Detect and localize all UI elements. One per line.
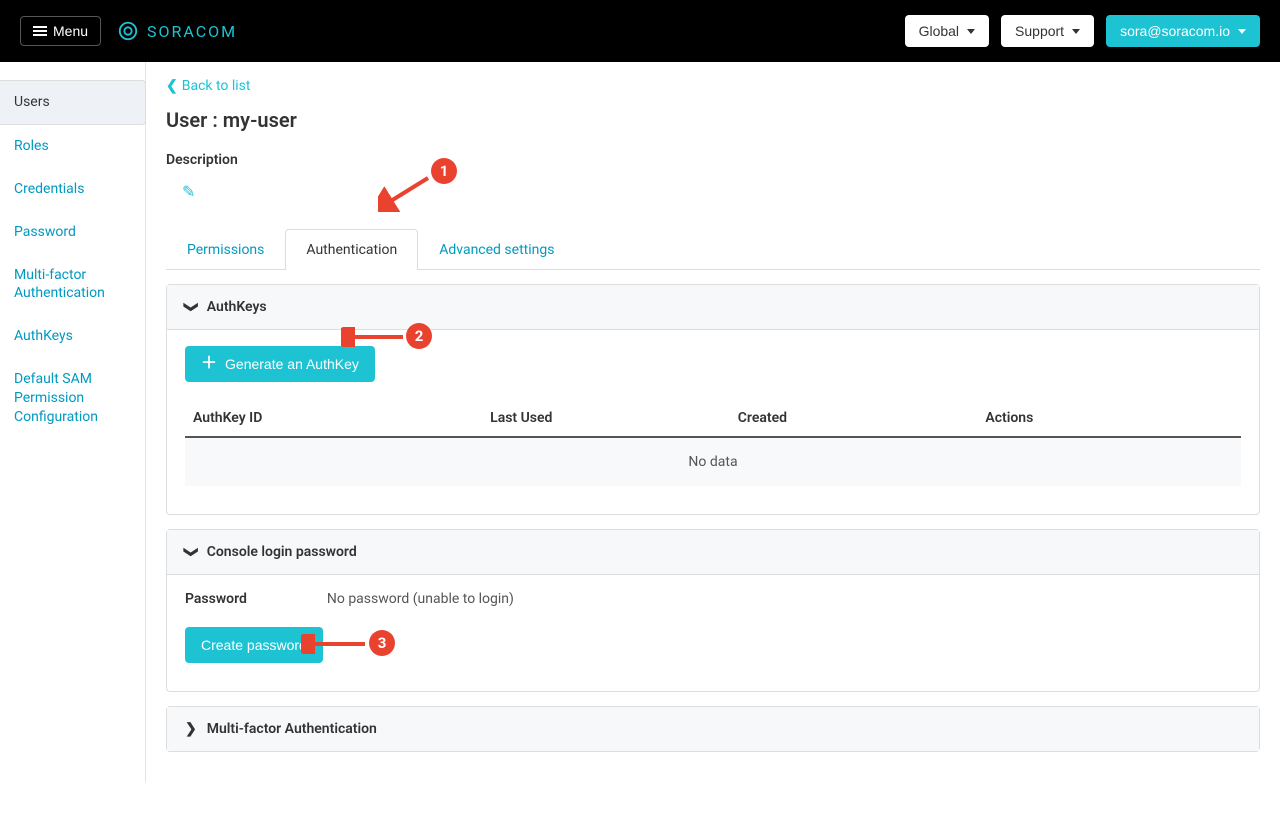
chevron-left-icon: ❮ — [166, 78, 178, 94]
console-password-panel-header[interactable]: ❯ Console login password — [167, 530, 1259, 575]
tabs: Permissions Authentication Advanced sett… — [166, 229, 1260, 270]
caret-down-icon — [1238, 29, 1246, 34]
annotation-arrow-2 — [341, 327, 411, 347]
col-last-used: Last Used — [490, 410, 738, 426]
account-dropdown[interactable]: sora@soracom.io — [1106, 15, 1260, 47]
brand-text: SORACOM — [147, 22, 237, 41]
back-link-text: Back to list — [182, 78, 251, 94]
global-label: Global — [919, 23, 959, 39]
sidebar-item-label: Password — [14, 224, 76, 240]
header-right: Global Support sora@soracom.io — [905, 15, 1260, 47]
panel-title: AuthKeys — [207, 299, 267, 315]
menu-button[interactable]: Menu — [20, 16, 101, 46]
sidebar-item-label: Roles — [14, 138, 49, 154]
sidebar: Users Roles Credentials Password Multi-f… — [0, 62, 146, 782]
sidebar-item-label: Credentials — [14, 181, 84, 197]
panel-title: Console login password — [207, 544, 357, 560]
authkeys-table: AuthKey ID Last Used Created Actions No … — [185, 400, 1241, 486]
brand-logo[interactable]: SORACOM — [117, 20, 237, 42]
annotation-arrow-1 — [378, 172, 434, 212]
caret-down-icon — [967, 29, 975, 34]
sidebar-item-default-sam[interactable]: Default SAM Permission Configuration — [0, 358, 145, 439]
page-title: User : my-user — [166, 108, 1260, 132]
support-label: Support — [1015, 23, 1064, 39]
caret-down-icon — [1072, 29, 1080, 34]
tab-label: Advanced settings — [439, 242, 554, 258]
chevron-right-icon: ❯ — [185, 721, 197, 737]
console-password-panel: ❯ Console login password Password No pas… — [166, 529, 1260, 692]
table-header-row: AuthKey ID Last Used Created Actions — [185, 400, 1241, 438]
annotation-badge-1: 1 — [431, 158, 457, 184]
col-actions: Actions — [985, 410, 1233, 426]
sidebar-item-label: Users — [14, 94, 50, 110]
password-label: Password — [185, 591, 247, 607]
authkeys-panel-header[interactable]: ❯ AuthKeys — [167, 285, 1259, 330]
sidebar-item-users[interactable]: Users — [0, 80, 146, 125]
hamburger-icon — [33, 24, 47, 38]
annotation-badge-3: 3 — [369, 630, 395, 656]
edit-description-icon[interactable]: ✎ — [182, 182, 195, 201]
mfa-panel: ❯ Multi-factor Authentication — [166, 706, 1260, 752]
sidebar-item-authkeys[interactable]: AuthKeys — [0, 315, 145, 358]
button-label: Create password — [201, 637, 307, 653]
sidebar-item-password[interactable]: Password — [0, 211, 145, 254]
chevron-down-icon: ❯ — [183, 301, 199, 313]
mfa-panel-header[interactable]: ❯ Multi-factor Authentication — [167, 707, 1259, 751]
button-label: Generate an AuthKey — [225, 356, 359, 372]
sidebar-item-roles[interactable]: Roles — [0, 125, 145, 168]
account-email: sora@soracom.io — [1120, 23, 1230, 39]
tab-permissions[interactable]: Permissions — [166, 229, 285, 270]
no-data-row: No data — [185, 438, 1241, 486]
annotation-badge-2: 2 — [406, 323, 432, 349]
menu-label: Menu — [53, 23, 88, 39]
generate-authkey-button[interactable]: ＋ Generate an AuthKey — [185, 346, 375, 382]
tab-label: Authentication — [306, 242, 397, 258]
layout: Users Roles Credentials Password Multi-f… — [0, 62, 1280, 782]
sidebar-item-label: Default SAM Permission Configuration — [14, 371, 98, 425]
chevron-down-icon: ❯ — [183, 546, 199, 558]
tab-advanced[interactable]: Advanced settings — [418, 229, 575, 270]
back-to-list-link[interactable]: ❮ Back to list — [166, 78, 1260, 108]
global-dropdown[interactable]: Global — [905, 15, 989, 47]
panel-title: Multi-factor Authentication — [207, 721, 377, 737]
annotation-arrow-3 — [301, 634, 373, 654]
console-password-panel-body: Password No password (unable to login) C… — [167, 575, 1259, 691]
tab-authentication[interactable]: Authentication — [285, 229, 418, 270]
sidebar-item-credentials[interactable]: Credentials — [0, 168, 145, 211]
col-created: Created — [738, 410, 986, 426]
top-header: Menu SORACOM Global Support sora@soracom… — [0, 0, 1280, 62]
sidebar-item-label: AuthKeys — [14, 328, 73, 344]
tab-label: Permissions — [187, 242, 264, 258]
authkeys-panel-body: ＋ Generate an AuthKey AuthKey ID Last Us… — [167, 330, 1259, 514]
sidebar-item-label: Multi-factor Authentication — [14, 267, 105, 302]
support-dropdown[interactable]: Support — [1001, 15, 1094, 47]
col-authkey-id: AuthKey ID — [193, 410, 490, 426]
password-value: No password (unable to login) — [327, 591, 514, 607]
main-content: 1 2 3 ❮ Back to list User : my-user Desc… — [146, 62, 1280, 782]
password-row: Password No password (unable to login) — [185, 591, 1241, 607]
authkeys-panel: ❯ AuthKeys ＋ Generate an AuthKey AuthKey… — [166, 284, 1260, 515]
header-left: Menu SORACOM — [20, 16, 237, 46]
soracom-icon — [117, 20, 139, 42]
description-label: Description — [166, 152, 1260, 168]
sidebar-item-mfa[interactable]: Multi-factor Authentication — [0, 254, 145, 316]
plus-icon: ＋ — [201, 356, 217, 372]
